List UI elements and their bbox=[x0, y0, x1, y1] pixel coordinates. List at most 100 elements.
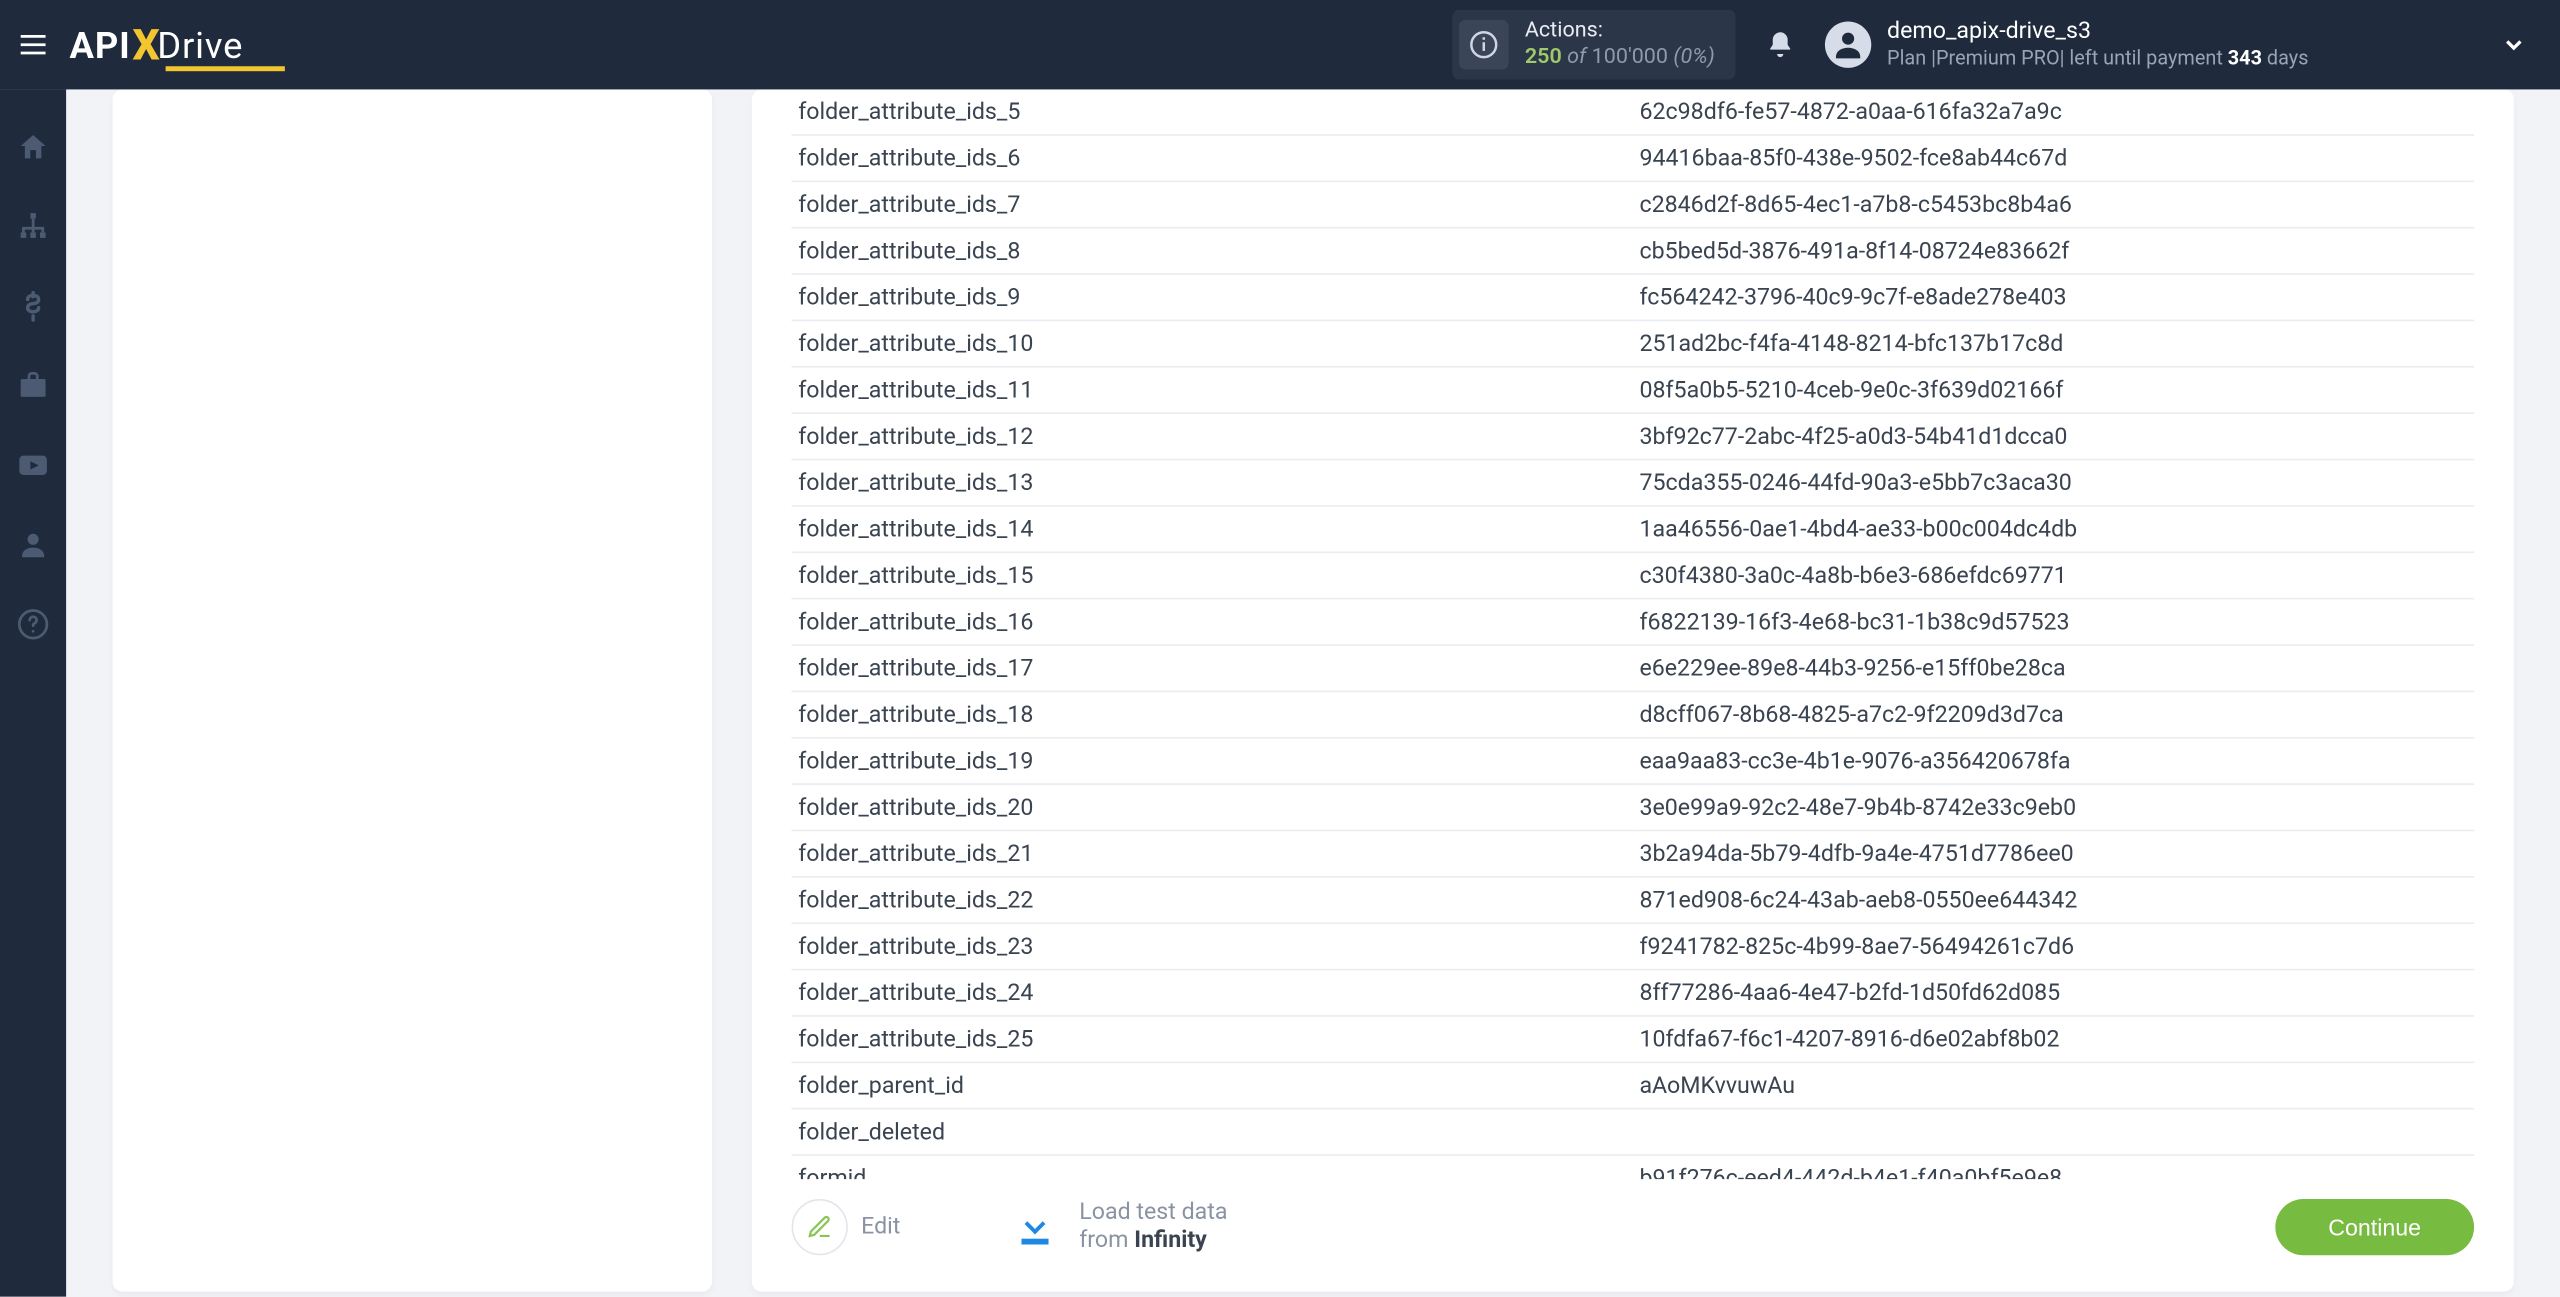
table-key: folder_attribute_ids_9 bbox=[792, 274, 1633, 320]
main-panel: folder_attribute_ids_562c98df6-fe57-4872… bbox=[752, 89, 2514, 1291]
table-key: folder_attribute_ids_13 bbox=[792, 460, 1633, 506]
bottom-bar: Edit Load test data from Infinity Contin… bbox=[752, 1179, 2514, 1292]
table-value: eaa9aa83-cc3e-4b1e-9076-a356420678fa bbox=[1633, 738, 2474, 784]
table-row: folder_attribute_ids_7c2846d2f-8d65-4ec1… bbox=[792, 181, 2474, 227]
table-value: e6e229ee-89e8-44b3-9256-e15ff0be28ca bbox=[1633, 645, 2474, 691]
logo-part2: Drive bbox=[157, 26, 243, 67]
table-value: 8ff77286-4aa6-4e47-b2fd-1d50fd62d085 bbox=[1633, 970, 2474, 1016]
logo[interactable]: APIXDrive bbox=[70, 20, 244, 70]
continue-button[interactable]: Continue bbox=[2275, 1199, 2474, 1255]
logo-underline bbox=[166, 66, 285, 71]
bell-icon[interactable] bbox=[1755, 20, 1805, 70]
table-row: folder_attribute_ids_23f9241782-825c-4b9… bbox=[792, 923, 2474, 969]
user-meta: demo_apix-drive_s3 Plan |Premium PRO| le… bbox=[1887, 19, 2308, 71]
table-key: folder_attribute_ids_5 bbox=[792, 89, 1633, 135]
plan-suffix: | left until payment bbox=[2060, 47, 2223, 70]
table-key: folder_attribute_ids_17 bbox=[792, 645, 1633, 691]
topbar: APIXDrive Actions: 250 of 100'000 (0%) bbox=[0, 0, 2560, 89]
plan-name: Premium PRO bbox=[1936, 47, 2060, 70]
edit-button[interactable] bbox=[792, 1199, 848, 1255]
sidebar-user-icon[interactable] bbox=[8, 520, 58, 570]
table-key: folder_attribute_ids_21 bbox=[792, 830, 1633, 876]
load-test-data-button[interactable]: Load test data from Infinity bbox=[1006, 1199, 1227, 1255]
table-row: folder_attribute_ids_9fc564242-3796-40c9… bbox=[792, 274, 2474, 320]
table-key: folder_attribute_ids_7 bbox=[792, 181, 1633, 227]
load-source: Infinity bbox=[1134, 1227, 1207, 1253]
table-row: folder_attribute_ids_22871ed908-6c24-43a… bbox=[792, 877, 2474, 923]
sidebar bbox=[0, 89, 66, 1296]
table-value: c2846d2f-8d65-4ec1-a7b8-c5453bc8b4a6 bbox=[1633, 181, 2474, 227]
table-key: folder_attribute_ids_8 bbox=[792, 228, 1633, 274]
logo-x: X bbox=[132, 22, 160, 72]
actions-used: 250 bbox=[1525, 45, 1562, 70]
sidebar-help-icon[interactable] bbox=[8, 599, 58, 649]
table-value: cb5bed5d-3876-491a-8f14-08724e83662f bbox=[1633, 228, 2474, 274]
table-value: c30f4380-3a0c-4a8b-b6e3-686efdc69771 bbox=[1633, 552, 2474, 598]
table-value: 62c98df6-fe57-4872-a0aa-616fa32a7a9c bbox=[1633, 89, 2474, 135]
table-key: folder_attribute_ids_25 bbox=[792, 1016, 1633, 1062]
table-key: folder_attribute_ids_20 bbox=[792, 784, 1633, 830]
table-row: folder_attribute_ids_1108f5a0b5-5210-4ce… bbox=[792, 367, 2474, 413]
table-key: folder_attribute_ids_22 bbox=[792, 877, 1633, 923]
table-key: folder_attribute_ids_15 bbox=[792, 552, 1633, 598]
table-row: folder_attribute_ids_248ff77286-4aa6-4e4… bbox=[792, 970, 2474, 1016]
table-row: folder_attribute_ids_10251ad2bc-f4fa-414… bbox=[792, 320, 2474, 366]
table-value: 08f5a0b5-5210-4ceb-9e0c-3f639d02166f bbox=[1633, 367, 2474, 413]
table-row: folder_attribute_ids_17e6e229ee-89e8-44b… bbox=[792, 645, 2474, 691]
avatar-icon bbox=[1824, 22, 1870, 68]
table-row: folder_attribute_ids_141aa46556-0ae1-4bd… bbox=[792, 506, 2474, 552]
table-row: folder_attribute_ids_19eaa9aa83-cc3e-4b1… bbox=[792, 738, 2474, 784]
actions-counter[interactable]: Actions: 250 of 100'000 (0%) bbox=[1452, 10, 1735, 80]
table-key: folder_attribute_ids_23 bbox=[792, 923, 1633, 969]
table-row: formidb91f276c-eed4-442d-b4e1-f40a0bf5e9… bbox=[792, 1155, 2474, 1179]
table-key: folder_attribute_ids_19 bbox=[792, 738, 1633, 784]
data-table-wrapper: folder_attribute_ids_562c98df6-fe57-4872… bbox=[752, 89, 2514, 1179]
table-key: folder_attribute_ids_12 bbox=[792, 413, 1633, 459]
table-key: folder_parent_id bbox=[792, 1062, 1633, 1108]
table-row: folder_attribute_ids_15c30f4380-3a0c-4a8… bbox=[792, 552, 2474, 598]
table-value: fc564242-3796-40c9-9c7f-e8ade278e403 bbox=[1633, 274, 2474, 320]
table-value bbox=[1633, 1109, 2474, 1155]
edit-label[interactable]: Edit bbox=[861, 1214, 900, 1240]
table-value: d8cff067-8b68-4825-a7c2-9f2209d3d7ca bbox=[1633, 691, 2474, 737]
plan-prefix: Plan | bbox=[1887, 47, 1936, 70]
data-table: folder_attribute_ids_562c98df6-fe57-4872… bbox=[792, 89, 2474, 1179]
table-value: f6822139-16f3-4e68-bc31-1b38c9d57523 bbox=[1633, 599, 2474, 645]
user-name: demo_apix-drive_s3 bbox=[1887, 19, 2308, 47]
sidebar-youtube-icon[interactable] bbox=[8, 440, 58, 490]
table-value: 3e0e99a9-92c2-48e7-9b4b-8742e33c9eb0 bbox=[1633, 784, 2474, 830]
plan-days-word: days bbox=[2267, 47, 2309, 70]
table-row: folder_attribute_ids_2510fdfa67-f6c1-420… bbox=[792, 1016, 2474, 1062]
table-value: 94416baa-85f0-438e-9502-fce8ab44c67d bbox=[1633, 135, 2474, 181]
table-row: folder_attribute_ids_562c98df6-fe57-4872… bbox=[792, 89, 2474, 135]
table-row: folder_attribute_ids_203e0e99a9-92c2-48e… bbox=[792, 784, 2474, 830]
table-value: 3bf92c77-2abc-4f25-a0d3-54b41d1dcca0 bbox=[1633, 413, 2474, 459]
table-row: folder_attribute_ids_1375cda355-0246-44f… bbox=[792, 460, 2474, 506]
table-value: 1aa46556-0ae1-4bd4-ae33-b00c004dc4db bbox=[1633, 506, 2474, 552]
table-row: folder_parent_idaAoMKvvuwAu bbox=[792, 1062, 2474, 1108]
table-key: folder_attribute_ids_24 bbox=[792, 970, 1633, 1016]
table-key: folder_attribute_ids_10 bbox=[792, 320, 1633, 366]
sidebar-briefcase-icon[interactable] bbox=[8, 361, 58, 411]
sidebar-sitemap-icon[interactable] bbox=[8, 202, 58, 252]
table-key: folder_attribute_ids_18 bbox=[792, 691, 1633, 737]
load-text: Load test data from Infinity bbox=[1079, 1199, 1227, 1255]
table-row: folder_attribute_ids_16f6822139-16f3-4e6… bbox=[792, 599, 2474, 645]
table-value: 251ad2bc-f4fa-4148-8214-bfc137b17c8d bbox=[1633, 320, 2474, 366]
table-row: folder_attribute_ids_123bf92c77-2abc-4f2… bbox=[792, 413, 2474, 459]
sidebar-home-icon[interactable] bbox=[8, 123, 58, 173]
info-icon bbox=[1459, 20, 1509, 70]
actions-text: Actions: 250 of 100'000 (0%) bbox=[1525, 19, 1715, 71]
hamburger-menu-icon[interactable] bbox=[10, 0, 56, 89]
table-key: folder_attribute_ids_14 bbox=[792, 506, 1633, 552]
table-row: folder_deleted bbox=[792, 1109, 2474, 1155]
table-row: folder_attribute_ids_694416baa-85f0-438e… bbox=[792, 135, 2474, 181]
load-line1: Load test data bbox=[1079, 1199, 1227, 1227]
table-key: formid bbox=[792, 1155, 1633, 1179]
sidebar-dollar-icon[interactable] bbox=[8, 282, 58, 332]
table-value: 3b2a94da-5b79-4dfb-9a4e-4751d7786ee0 bbox=[1633, 830, 2474, 876]
logo-part1: API bbox=[70, 26, 131, 67]
user-menu[interactable]: demo_apix-drive_s3 Plan |Premium PRO| le… bbox=[1824, 19, 2308, 71]
actions-of: of bbox=[1567, 45, 1586, 70]
chevron-down-icon[interactable] bbox=[2494, 25, 2534, 65]
